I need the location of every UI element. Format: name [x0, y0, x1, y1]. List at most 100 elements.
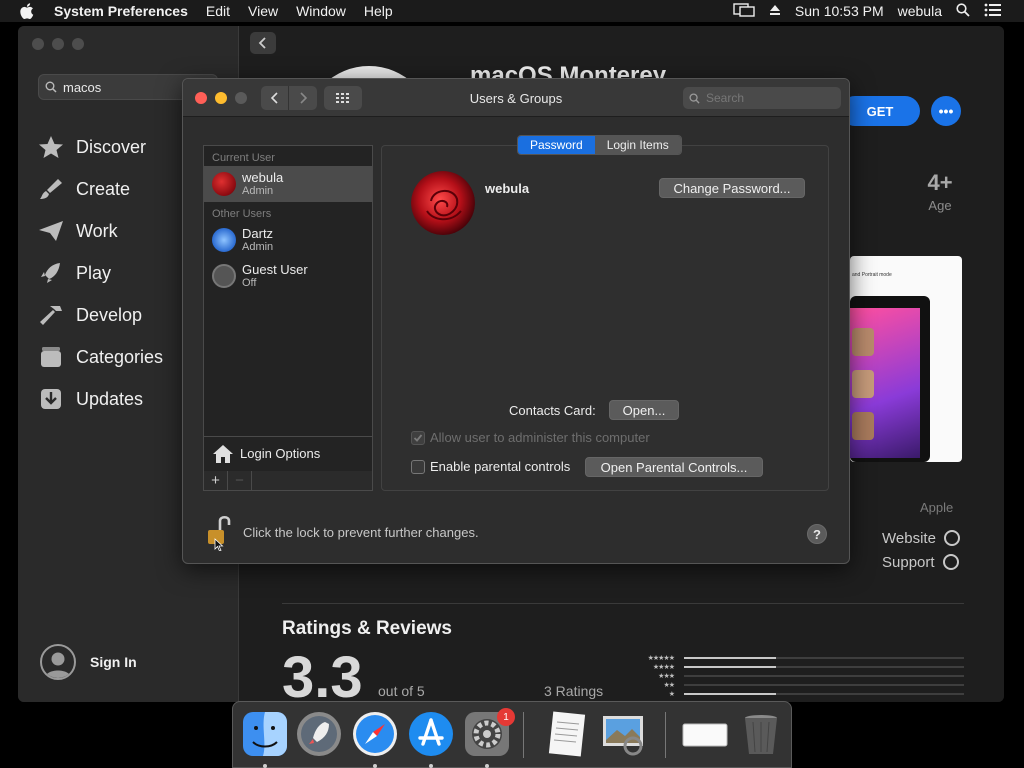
support-link[interactable]: Support — [882, 550, 960, 574]
window-icon[interactable] — [681, 710, 729, 758]
safari-icon[interactable] — [351, 710, 399, 758]
zoom-button[interactable] — [72, 38, 84, 50]
user-list-buttons: + − — [203, 471, 373, 491]
add-user-button[interactable]: + — [204, 471, 228, 490]
preferences-search[interactable]: Search — [683, 87, 841, 109]
open-parental-controls-button[interactable]: Open Parental Controls... — [585, 457, 763, 477]
login-options-item[interactable]: Login Options — [204, 436, 372, 470]
lock-button[interactable] — [205, 511, 233, 552]
more-options-button[interactable]: ••• — [931, 96, 961, 126]
menu-window[interactable]: Window — [296, 3, 346, 19]
menu-user[interactable]: webula — [898, 3, 942, 19]
star-icon — [36, 134, 66, 160]
close-button[interactable] — [195, 92, 207, 104]
back-button[interactable] — [250, 32, 276, 54]
tab-bar: Password Login Items — [517, 135, 682, 155]
snowflake-avatar-icon — [212, 228, 236, 252]
support-label: Support — [882, 553, 935, 571]
facetime-tile — [852, 370, 874, 398]
help-button[interactable]: ? — [807, 524, 827, 544]
parental-controls-checkbox[interactable] — [411, 459, 425, 474]
open-contacts-button[interactable]: Open... — [609, 400, 679, 420]
nav-create-label: Create — [76, 178, 131, 199]
hammer-icon — [36, 302, 66, 328]
nav-updates-label: Updates — [76, 388, 144, 409]
star-row-label: ★★★★★ — [647, 655, 675, 662]
tab-login-items[interactable]: Login Items — [594, 136, 681, 154]
menu-edit[interactable]: Edit — [206, 3, 230, 19]
rocket-icon — [36, 260, 66, 286]
app-screenshot[interactable]: and Portrait mode — [850, 256, 962, 462]
minimize-button[interactable] — [52, 38, 64, 50]
menu-app-name[interactable]: System Preferences — [54, 3, 188, 19]
sign-in-button[interactable]: Sign In — [40, 644, 137, 680]
apple-menu-icon[interactable] — [20, 3, 34, 19]
finder-icon[interactable] — [241, 710, 289, 758]
app-store-window-controls — [32, 38, 84, 50]
menu-view[interactable]: View — [248, 3, 278, 19]
chevron-right-icon — [300, 92, 308, 104]
minimize-button[interactable] — [215, 92, 227, 104]
stack-icon — [36, 344, 66, 370]
title-bar[interactable]: Users & Groups Search — [183, 79, 849, 117]
user-role: Admin — [242, 240, 274, 253]
change-password-button[interactable]: Change Password... — [659, 178, 805, 198]
allow-admin-row: Allow user to administer this computer — [411, 430, 650, 445]
nav-work-label: Work — [76, 220, 118, 241]
zoom-button — [235, 92, 247, 104]
lock-message: Click the lock to prevent further change… — [243, 525, 479, 540]
back-button[interactable] — [261, 86, 289, 110]
forward-button[interactable] — [289, 86, 317, 110]
star-row-label: ★★ — [663, 682, 675, 689]
textedit-icon[interactable] — [543, 710, 591, 758]
nav-play-label: Play — [76, 262, 112, 283]
rating-distribution: ★★★★★ ★★★★ ★★★ ★★ ★ — [630, 654, 970, 699]
screen-mirroring-icon[interactable] — [733, 2, 755, 20]
unlocked-lock-icon — [208, 515, 231, 552]
trash-icon[interactable] — [737, 710, 785, 758]
rating-row: ★ — [630, 690, 970, 699]
close-button[interactable] — [32, 38, 44, 50]
brush-icon — [36, 176, 66, 202]
dock-separator — [523, 712, 524, 758]
current-user-header: Current User — [212, 152, 275, 164]
search-field[interactable]: Search — [706, 91, 744, 105]
website-link[interactable]: Website — [882, 526, 960, 550]
menu-clock[interactable]: Sun 10:53 PM — [795, 3, 884, 19]
star-row-label: ★ — [668, 691, 675, 698]
menu-help[interactable]: Help — [364, 3, 393, 19]
tab-password[interactable]: Password — [518, 136, 595, 154]
app-store-icon[interactable] — [407, 710, 455, 758]
facetime-tile — [852, 412, 874, 440]
facetime-tile — [852, 328, 874, 356]
launchpad-icon[interactable] — [295, 710, 343, 758]
screenshot-caption: and Portrait mode — [852, 272, 892, 278]
tablet-screen — [850, 308, 920, 458]
user-name: Guest User — [242, 261, 308, 277]
show-all-button[interactable] — [324, 86, 362, 110]
search-input[interactable]: macos — [63, 80, 101, 95]
user-list: Current User webula Admin Other Users Da… — [203, 145, 373, 491]
system-preferences-icon[interactable]: 1 — [463, 708, 515, 758]
parental-controls-label: Enable parental controls — [430, 459, 571, 474]
rating-row: ★★★ — [630, 672, 970, 681]
ratings-count: 3 Ratings — [544, 683, 604, 699]
user-item-dartz[interactable]: Dartz Admin — [204, 222, 372, 258]
eject-icon[interactable] — [769, 3, 781, 19]
preview-icon[interactable] — [599, 710, 647, 758]
dock-separator — [665, 712, 666, 758]
rating-row: ★★★★ — [630, 663, 970, 672]
spotlight-icon[interactable] — [956, 2, 970, 20]
get-button[interactable]: GET — [840, 96, 920, 126]
user-item-guest[interactable]: Guest User Off — [204, 258, 372, 294]
user-item-webula[interactable]: webula Admin — [204, 166, 372, 202]
guest-avatar-icon — [212, 264, 236, 288]
control-center-icon[interactable] — [984, 3, 1002, 20]
running-indicator — [429, 764, 433, 768]
user-picture[interactable] — [411, 171, 475, 235]
remove-user-button: − — [228, 471, 252, 490]
parental-controls-row[interactable]: Enable parental controls — [411, 459, 570, 474]
house-icon — [213, 444, 233, 463]
age-label: Age — [928, 198, 952, 213]
nav-develop-label: Develop — [76, 304, 143, 325]
